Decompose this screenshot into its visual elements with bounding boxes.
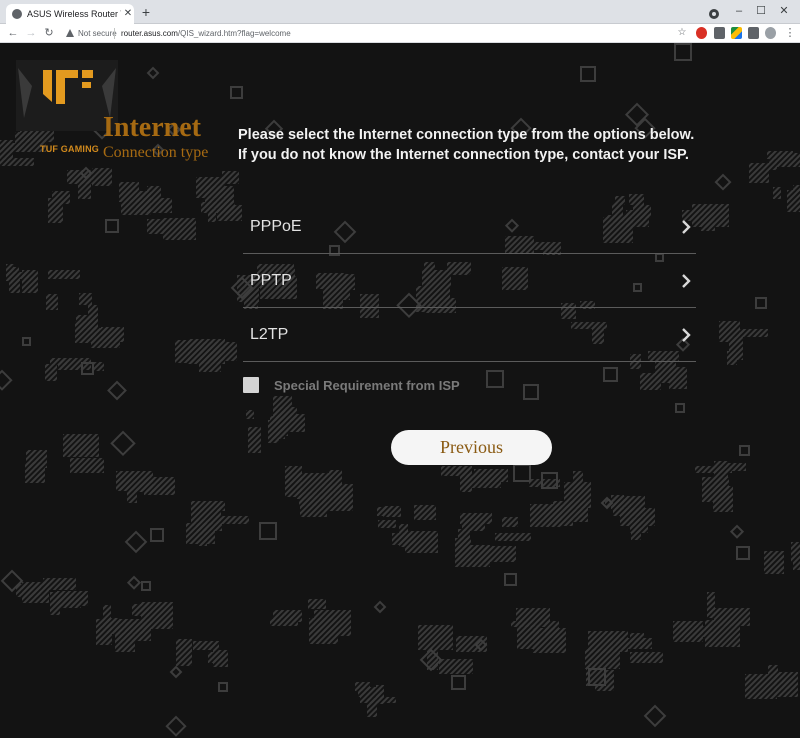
- special-requirement-label[interactable]: Special Requirement from ISP: [274, 377, 460, 395]
- tab-title: ASUS Wireless Router TUF-AX54: [27, 9, 121, 19]
- url-host: router.asus.com: [121, 29, 178, 38]
- media-record-icon[interactable]: [709, 9, 719, 19]
- chevron-right-icon: [682, 328, 691, 342]
- browser-tab-strip: ASUS Wireless Router TUF-AX54 ✕ + – ☐ ✕: [0, 0, 800, 24]
- special-requirement-row: Special Requirement from ISP: [243, 376, 543, 396]
- option-label: L2TP: [250, 326, 289, 343]
- option-l2tp[interactable]: L2TP: [243, 310, 696, 362]
- extension-icon[interactable]: [714, 27, 725, 39]
- special-requirement-checkbox[interactable]: [243, 377, 259, 393]
- opera-extension-icon[interactable]: [696, 27, 707, 39]
- globe-icon: [12, 9, 22, 19]
- chevron-right-icon: [682, 274, 691, 288]
- option-pppoe[interactable]: PPPoE: [243, 202, 696, 254]
- qis-wizard-page: TUF GAMING Internet Connection type Plea…: [0, 43, 800, 738]
- page-subtitle: Connection type: [103, 144, 209, 161]
- page-title: Internet: [103, 112, 201, 143]
- option-label: PPTP: [250, 272, 292, 289]
- chevron-right-icon: [682, 220, 691, 234]
- divider: [114, 28, 115, 39]
- maximize-button[interactable]: ☐: [752, 2, 770, 20]
- url-path: /QIS_wizard.htm?flag=welcome: [177, 29, 291, 38]
- puzzle-icon[interactable]: [748, 27, 759, 39]
- profile-avatar-icon[interactable]: [765, 27, 776, 39]
- option-label: PPPoE: [250, 218, 302, 235]
- not-secure-label[interactable]: Not secure: [78, 27, 117, 40]
- forward-arrow-icon[interactable]: →: [23, 25, 39, 41]
- previous-button[interactable]: Previous: [391, 430, 552, 465]
- close-window-button[interactable]: ✕: [775, 2, 793, 20]
- logo-text: TUF GAMING: [40, 144, 99, 154]
- more-menu-icon[interactable]: ⋮: [782, 25, 798, 41]
- browser-tab[interactable]: ASUS Wireless Router TUF-AX54 ✕: [6, 4, 134, 24]
- option-pptp[interactable]: PPTP: [243, 256, 696, 308]
- address-bar[interactable]: router.asus.com/QIS_wizard.htm?flag=welc…: [121, 27, 291, 40]
- back-arrow-icon[interactable]: ←: [5, 25, 21, 41]
- browser-toolbar: ← → ↻ Not secure router.asus.com/QIS_wiz…: [0, 24, 800, 43]
- reload-icon[interactable]: ↻: [41, 25, 57, 41]
- tab-close-icon[interactable]: ✕: [123, 7, 133, 21]
- warning-icon[interactable]: [66, 29, 74, 37]
- bookmark-star-icon[interactable]: ☆: [674, 25, 690, 41]
- instructions-text: Please select the Internet connection ty…: [238, 127, 695, 163]
- minimize-button[interactable]: –: [730, 2, 748, 20]
- new-tab-button[interactable]: +: [139, 4, 153, 20]
- drive-extension-icon[interactable]: [731, 27, 742, 39]
